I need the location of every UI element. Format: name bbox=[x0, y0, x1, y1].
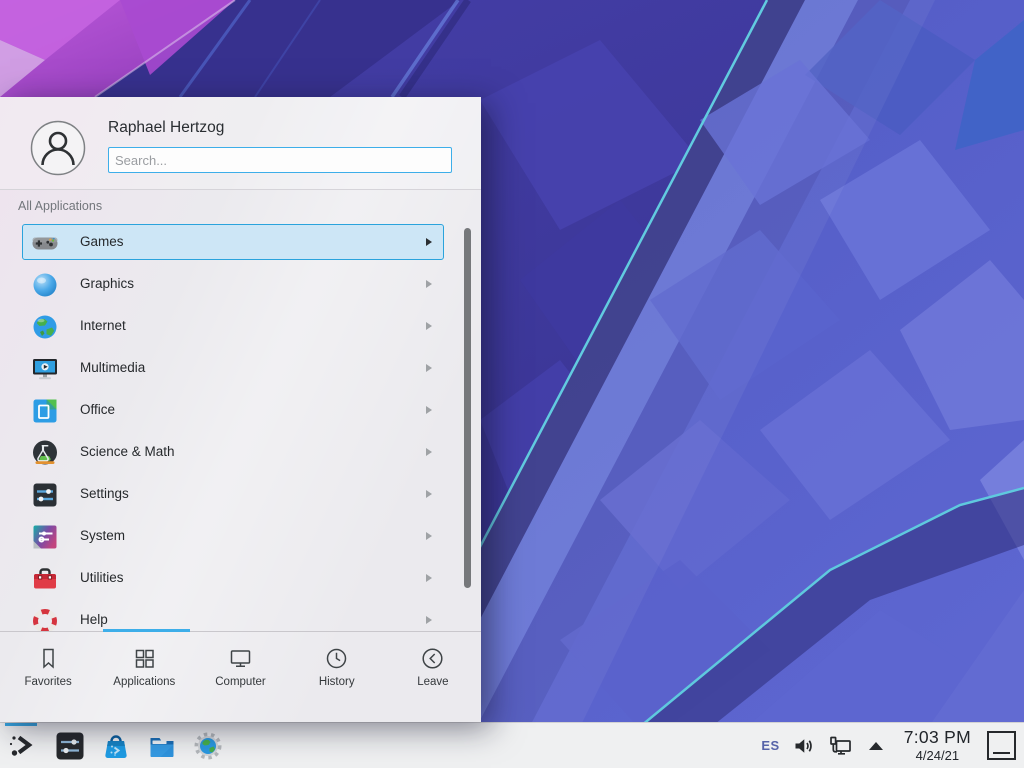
submenu-arrow-icon bbox=[426, 448, 432, 456]
digital-clock[interactable]: 7:03 PM 4/24/21 bbox=[904, 729, 971, 763]
taskbar-dolphin-button[interactable] bbox=[141, 723, 183, 768]
launcher-tab-bar: Favorites Applications Computer bbox=[0, 631, 481, 723]
user-name: Raphael Hertzog bbox=[108, 119, 224, 137]
category-internet[interactable]: Internet bbox=[22, 308, 444, 344]
tab-history[interactable]: History bbox=[289, 632, 385, 723]
tab-label: Applications bbox=[96, 676, 192, 688]
submenu-arrow-icon bbox=[426, 574, 432, 582]
category-label: Office bbox=[80, 393, 115, 427]
dolphin-folder-icon bbox=[147, 731, 177, 761]
tab-label: Favorites bbox=[0, 676, 96, 688]
kickoff-launcher-icon bbox=[6, 731, 36, 761]
category-label: Internet bbox=[80, 309, 126, 343]
desktop: Raphael Hertzog All Applications bbox=[0, 0, 1024, 768]
category-list: Games Graphics bbox=[0, 215, 481, 631]
help-icon bbox=[31, 607, 59, 631]
multimedia-icon bbox=[31, 355, 59, 383]
launcher-header: Raphael Hertzog bbox=[0, 97, 481, 190]
taskbar-system-settings-button[interactable] bbox=[49, 723, 91, 768]
taskbar: ES 7:03 PM 4/24/21 bbox=[0, 722, 1024, 768]
settings-icon bbox=[31, 481, 59, 509]
favorites-icon bbox=[35, 645, 62, 672]
discover-icon bbox=[101, 731, 131, 761]
section-label: All Applications bbox=[18, 199, 102, 213]
system-settings-icon bbox=[55, 731, 85, 761]
taskbar-browser-button[interactable] bbox=[187, 723, 229, 768]
tab-label: Leave bbox=[385, 676, 481, 688]
tab-favorites[interactable]: Favorites bbox=[0, 632, 96, 723]
office-icon bbox=[31, 397, 59, 425]
scrollbar[interactable] bbox=[464, 228, 471, 588]
user-avatar[interactable] bbox=[30, 120, 86, 176]
category-science[interactable]: Science & Math bbox=[22, 434, 444, 470]
history-icon bbox=[323, 645, 350, 672]
utilities-icon bbox=[31, 565, 59, 593]
web-browser-icon bbox=[193, 731, 223, 761]
network-icon[interactable] bbox=[828, 734, 852, 758]
tab-label: Computer bbox=[192, 676, 288, 688]
submenu-arrow-icon bbox=[426, 238, 432, 246]
category-games[interactable]: Games bbox=[22, 224, 444, 260]
tab-applications[interactable]: Applications bbox=[96, 632, 192, 723]
tab-leave[interactable]: Leave bbox=[385, 632, 481, 723]
submenu-arrow-icon bbox=[426, 280, 432, 288]
taskbar-discover-button[interactable] bbox=[95, 723, 137, 768]
science-icon bbox=[31, 439, 59, 467]
volume-icon[interactable] bbox=[792, 734, 816, 758]
leave-icon bbox=[419, 645, 446, 672]
category-label: Science & Math bbox=[80, 435, 175, 469]
active-tab-indicator bbox=[103, 629, 190, 632]
submenu-arrow-icon bbox=[426, 616, 432, 624]
clock-date: 4/24/21 bbox=[904, 749, 971, 762]
category-label: Games bbox=[80, 225, 124, 259]
internet-icon bbox=[31, 313, 59, 341]
games-icon bbox=[31, 229, 59, 257]
category-label: Utilities bbox=[80, 561, 124, 595]
tray-expand-arrow-icon[interactable] bbox=[864, 734, 888, 758]
category-office[interactable]: Office bbox=[22, 392, 444, 428]
category-graphics[interactable]: Graphics bbox=[22, 266, 444, 302]
system-tray: ES 7:03 PM 4/24/21 bbox=[761, 729, 1024, 763]
category-multimedia[interactable]: Multimedia bbox=[22, 350, 444, 386]
submenu-arrow-icon bbox=[426, 406, 432, 414]
category-label: Graphics bbox=[80, 267, 134, 301]
category-label: Settings bbox=[80, 477, 129, 511]
computer-icon bbox=[227, 645, 254, 672]
category-label: Multimedia bbox=[80, 351, 145, 385]
desktop-line bbox=[993, 752, 1010, 754]
category-settings[interactable]: Settings bbox=[22, 476, 444, 512]
submenu-arrow-icon bbox=[426, 490, 432, 498]
application-launcher-menu: Raphael Hertzog All Applications bbox=[0, 97, 481, 722]
show-desktop-button[interactable] bbox=[987, 731, 1016, 760]
search-input[interactable] bbox=[108, 147, 452, 173]
category-help[interactable]: Help bbox=[22, 602, 444, 631]
category-label: System bbox=[80, 519, 125, 553]
category-label: Help bbox=[80, 603, 108, 631]
submenu-arrow-icon bbox=[426, 532, 432, 540]
category-utilities[interactable]: Utilities bbox=[22, 560, 444, 596]
taskbar-launcher-button[interactable] bbox=[0, 723, 42, 768]
submenu-arrow-icon bbox=[426, 364, 432, 372]
applications-icon bbox=[131, 645, 158, 672]
category-system[interactable]: System bbox=[22, 518, 444, 554]
system-icon bbox=[31, 523, 59, 551]
keyboard-layout-indicator[interactable]: ES bbox=[761, 738, 779, 753]
submenu-arrow-icon bbox=[426, 322, 432, 330]
tab-computer[interactable]: Computer bbox=[192, 632, 288, 723]
clock-time: 7:03 PM bbox=[904, 729, 971, 747]
graphics-icon bbox=[31, 271, 59, 299]
tab-label: History bbox=[289, 676, 385, 688]
